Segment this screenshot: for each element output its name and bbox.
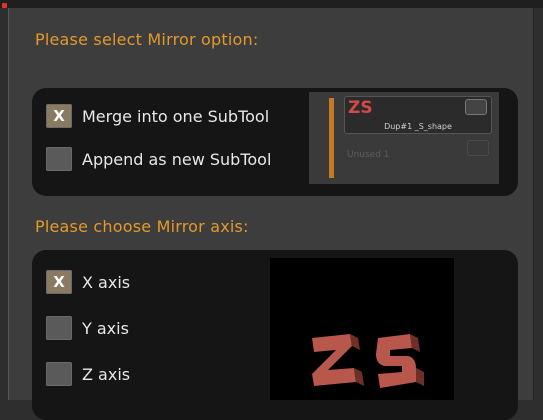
title-bar	[0, 0, 543, 8]
merge-option[interactable]: X Merge into one SubTool	[46, 104, 269, 128]
unused-visibility-icon	[467, 140, 489, 156]
check-icon: X	[53, 272, 65, 291]
x-axis-option[interactable]: X X axis	[46, 270, 130, 294]
merge-option-label: Merge into one SubTool	[82, 106, 270, 126]
z-axis-checkbox[interactable]	[46, 362, 72, 386]
subtool-tile: ZS Dup#1 _S_shape	[344, 96, 492, 134]
window-indicator-icon	[2, 3, 7, 8]
z-axis-option[interactable]: Z axis	[46, 362, 130, 386]
subtool-thumbnail: ZS	[348, 98, 373, 118]
z-axis-label: Z axis	[82, 364, 131, 384]
visibility-icon	[465, 99, 487, 115]
append-option[interactable]: Append as new SubTool	[46, 147, 271, 171]
y-axis-checkbox[interactable]	[46, 316, 72, 340]
y-axis-label: Y axis	[82, 318, 129, 338]
merge-checkbox[interactable]: X	[46, 104, 72, 128]
y-axis-option[interactable]: Y axis	[46, 316, 129, 340]
unused-subtool-label: Unused 1	[347, 150, 390, 160]
subtool-preview: ZS Dup#1 _S_shape Unused 1	[309, 92, 499, 184]
mirror-axis-heading: Please choose Mirror axis:	[35, 217, 249, 236]
mirror-preview-viewport	[270, 258, 454, 400]
append-checkbox[interactable]	[46, 147, 72, 171]
subtool-name: Dup#1 _S_shape	[384, 122, 452, 131]
zs-model-icon	[312, 334, 424, 388]
mirror-option-heading: Please select Mirror option:	[35, 30, 259, 49]
x-axis-label: X axis	[82, 272, 131, 292]
x-axis-checkbox[interactable]: X	[46, 270, 72, 294]
check-icon: X	[53, 106, 65, 125]
append-option-label: Append as new SubTool	[82, 149, 272, 169]
subtool-active-strip	[329, 98, 334, 178]
